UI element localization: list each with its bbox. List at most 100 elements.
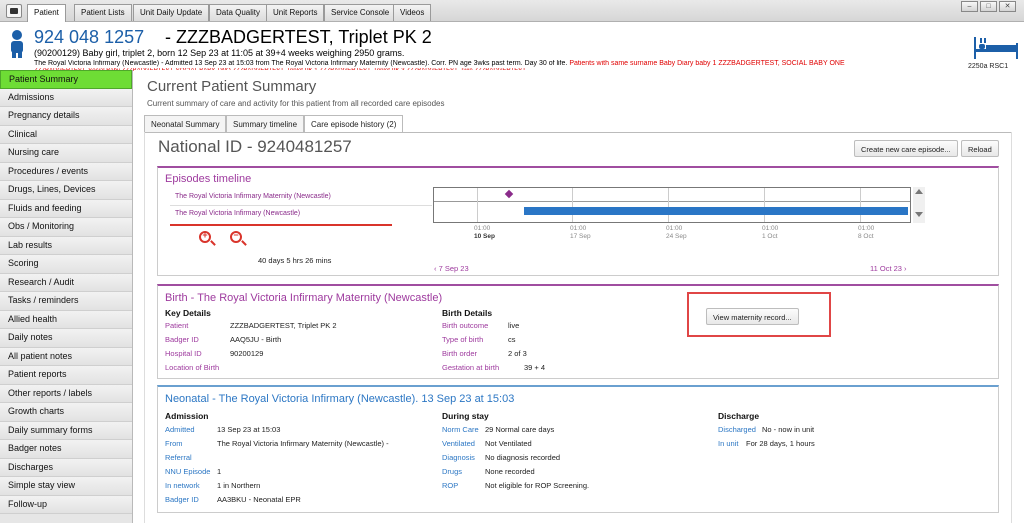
sidebar-item-daily-summary-forms[interactable]: Daily summary forms	[0, 421, 132, 440]
birth-value: live	[508, 321, 520, 330]
stay-value: No diagnosis recorded	[485, 453, 561, 462]
tab-patient[interactable]: Patient	[27, 4, 66, 22]
key-value: AAQ5JU - Birth	[230, 335, 282, 344]
sidebar-item-daily-notes[interactable]: Daily notes	[0, 329, 132, 348]
sidebar-item-clinical[interactable]: Clinical	[0, 125, 132, 144]
bed-label: 2250a RSC1	[968, 63, 1009, 70]
close-button[interactable]: ✕	[999, 1, 1016, 12]
timeline-row-rvi[interactable]: The Royal Victoria Infirmary (Newcastle)	[175, 210, 300, 217]
gridline	[764, 188, 765, 222]
rvi-episode-bar[interactable]	[524, 207, 908, 215]
patient-header: 924 048 1257 - ZZZBADGERTEST, Triplet PK…	[0, 23, 1024, 71]
admission-value: The Royal Victoria Infirmary Maternity (…	[217, 439, 389, 448]
app-menu-icon[interactable]	[6, 4, 22, 18]
birth-label: Birth outcome	[442, 321, 489, 330]
discharge-label: In unit	[718, 439, 739, 448]
sidebar-item-badger-notes[interactable]: Badger notes	[0, 440, 132, 459]
birth-value: cs	[508, 335, 516, 344]
key-value: 90200129	[230, 349, 264, 358]
birth-episode-card: Birth - The Royal Victoria Infirmary Mat…	[157, 284, 999, 379]
sidebar-item-drugs-lines-devices[interactable]: Drugs, Lines, Devices	[0, 181, 132, 200]
episodes-timeline: Episodes timeline The Royal Victoria Inf…	[157, 166, 999, 276]
zoom-out-icon[interactable]: −	[230, 230, 242, 243]
sidebar-item-allied-health[interactable]: Allied health	[0, 310, 132, 329]
next-date: 11 Oct 23	[870, 264, 902, 273]
sidebar-item-growth-charts[interactable]: Growth charts	[0, 403, 132, 422]
tick-date: 1 Oct	[762, 233, 778, 240]
admission-value: 1 in Northern	[217, 481, 261, 490]
tick-date: 17 Sep	[570, 233, 591, 240]
sidebar-item-patient-reports[interactable]: Patient reports	[0, 366, 132, 385]
stay-value: Not eligible for ROP Screening.	[485, 481, 590, 490]
zoom-in-glyph: +	[202, 230, 208, 240]
tab-label: Service Console	[331, 8, 390, 17]
sidebar-item-other-reports-labels[interactable]: Other reports / labels	[0, 384, 132, 403]
tab-label: Neonatal Summary	[151, 120, 220, 129]
tab-label: Unit Reports	[273, 8, 318, 17]
tab-service-console[interactable]: Service Console	[324, 4, 397, 21]
birth-value: 2 of 3	[508, 349, 527, 358]
admission-label: From	[165, 439, 183, 448]
page-title: Current Patient Summary	[147, 78, 317, 95]
tab-unit-reports[interactable]: Unit Reports	[266, 4, 325, 21]
timeline-row-maternity[interactable]: The Royal Victoria Infirmary Maternity (…	[175, 193, 331, 200]
admission-value: AA3BKU - Neonatal EPR	[217, 495, 301, 504]
stay-label: Diagnosis	[442, 453, 475, 462]
sidebar-item-lab-results[interactable]: Lab results	[0, 236, 132, 255]
sidebar-item-discharges[interactable]: Discharges	[0, 458, 132, 477]
maternity-episode-marker[interactable]	[504, 189, 514, 199]
tab-data-quality[interactable]: Data Quality	[209, 4, 268, 21]
timeline-prev-link[interactable]: ‹ 7 Sep 23	[434, 264, 469, 273]
timeline-next-link[interactable]: 11 Oct 23 ›	[870, 264, 907, 273]
timeline-chart[interactable]	[433, 187, 911, 223]
tab-videos[interactable]: Videos	[393, 4, 432, 21]
create-care-episode-button[interactable]: Create new care episode...	[854, 140, 958, 157]
selected-row-underline	[170, 224, 392, 226]
tab-care-episode-history[interactable]: Care episode history (2)	[304, 115, 404, 133]
key-label: Patient	[165, 321, 189, 330]
tab-patient-lists[interactable]: Patient Lists	[74, 4, 132, 21]
tab-label: Summary timeline	[233, 120, 298, 129]
sidebar-item-patient-summary[interactable]: Patient Summary	[0, 70, 132, 89]
tab-unit-daily-update[interactable]: Unit Daily Update	[133, 4, 210, 21]
zoom-in-icon[interactable]: +	[199, 230, 211, 243]
timeline-scrollbar[interactable]	[913, 187, 925, 223]
discharge-label: Discharged	[718, 425, 756, 434]
tab-neonatal-summary[interactable]: Neonatal Summary	[144, 115, 227, 132]
timeline-tick: 01:00 8 Oct	[858, 225, 874, 241]
tab-label: Videos	[400, 8, 425, 17]
scroll-down-icon[interactable]	[915, 212, 923, 217]
sidebar-item-follow-up[interactable]: Follow-up	[0, 495, 132, 514]
sidebar-item-admissions[interactable]: Admissions	[0, 88, 132, 107]
gridline	[668, 188, 669, 222]
sidebar-item-obs-monitoring[interactable]: Obs / Monitoring	[0, 218, 132, 237]
admission-text: The Royal Victoria Infirmary (Newcastle)…	[34, 60, 568, 67]
sidebar-item-procedures-events[interactable]: Procedures / events	[0, 162, 132, 181]
maximize-button[interactable]: □	[980, 1, 997, 12]
highlight-box	[687, 292, 831, 337]
patient-name: - ZZZBADGERTEST, Triplet PK 2	[165, 27, 432, 47]
sidebar-item-all-patient-notes[interactable]: All patient notes	[0, 347, 132, 366]
tab-summary-timeline[interactable]: Summary timeline	[226, 115, 305, 132]
sidebar-item-research-audit[interactable]: Research / Audit	[0, 273, 132, 292]
sidebar-item-nursing-care[interactable]: Nursing care	[0, 144, 132, 163]
sidebar-item-fluids-feeding[interactable]: Fluids and feeding	[0, 199, 132, 218]
minimize-button[interactable]: –	[961, 1, 978, 12]
scroll-up-icon[interactable]	[915, 189, 923, 194]
tick-time: 01:00	[762, 225, 779, 232]
same-surname-warning: Patients with same surname Baby Diary ba…	[567, 60, 845, 67]
admission-heading: Admission	[165, 411, 209, 421]
stay-value: Not Ventilated	[485, 439, 532, 448]
tick-time: 01:00	[666, 225, 683, 232]
sidebar-item-simple-stay-view[interactable]: Simple stay view	[0, 477, 132, 496]
bed-icon	[974, 37, 1018, 59]
tick-time: 01:00	[474, 225, 491, 232]
discharge-value: For 28 days, 1 hours	[746, 439, 815, 448]
admission-label: Admitted	[165, 425, 195, 434]
sidebar-item-scoring[interactable]: Scoring	[0, 255, 132, 274]
prev-date: 7 Sep 23	[438, 264, 469, 273]
sidebar-item-tasks-reminders[interactable]: Tasks / reminders	[0, 292, 132, 311]
tick-time: 01:00	[858, 225, 875, 232]
reload-button[interactable]: Reload	[961, 140, 999, 157]
sidebar-item-pregnancy-details[interactable]: Pregnancy details	[0, 107, 132, 126]
